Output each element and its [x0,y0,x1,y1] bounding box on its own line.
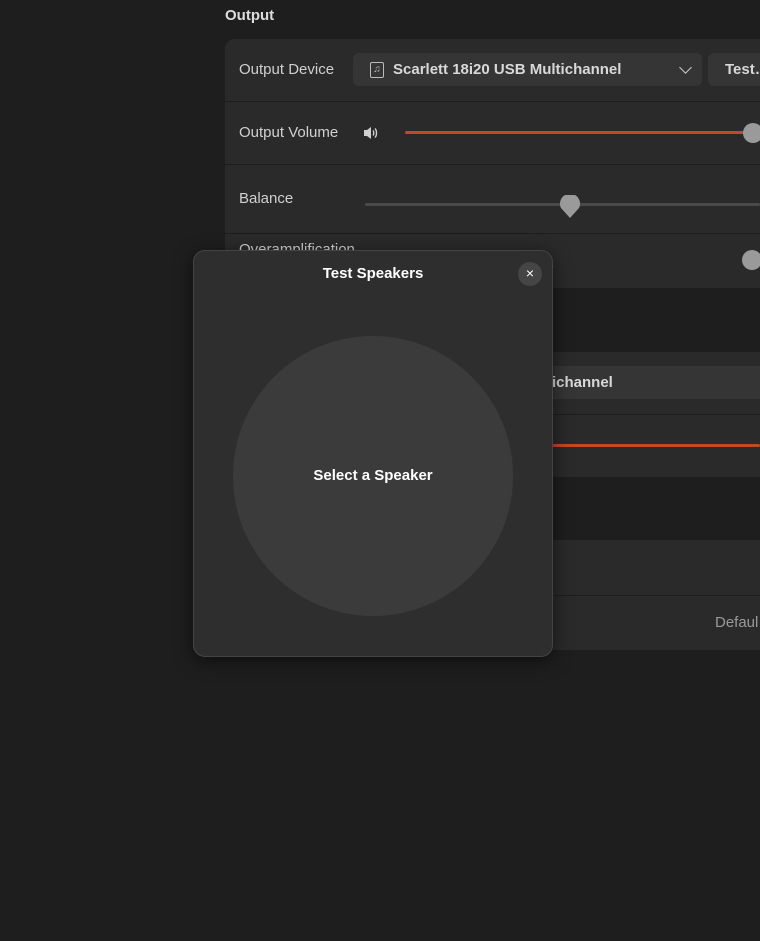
input-volume-slider[interactable] [552,444,760,447]
balance-slider-knob[interactable] [559,195,581,219]
input-device-dropdown[interactable]: ichannel [552,366,760,399]
close-icon[interactable]: × [518,262,542,286]
dialog-title: Test Speakers [322,265,424,282]
output-device-label: Output Device [239,61,335,78]
default-value: Defaul [715,614,759,631]
test-button[interactable]: Test… [708,53,760,86]
input-device-value: ichannel [552,374,613,391]
input-card: ichannel [552,352,760,477]
output-volume-label: Output Volume [239,124,339,141]
balance-label: Balance [239,190,294,207]
test-speakers-dialog: Test Speakers × Select a Speaker [193,250,553,657]
overamplification-toggle[interactable] [742,250,760,270]
test-button-label: Test… [725,61,760,78]
music-note-icon: ♫ [370,62,384,78]
output-device-value: Scarlett 18i20 USB Multichannel [393,61,622,78]
select-speaker-label: Select a Speaker [313,467,433,484]
output-device-dropdown[interactable]: ♫ Scarlett 18i20 USB Multichannel [353,53,702,86]
speaker-selector[interactable]: Select a Speaker [233,336,513,616]
chevron-down-icon [679,61,692,74]
output-volume-slider-knob[interactable] [742,123,760,143]
speaker-volume-icon [364,127,378,139]
section-title-output: Output [225,7,275,24]
system-sounds-card: Defaul [552,540,760,650]
output-volume-slider[interactable] [405,131,760,134]
